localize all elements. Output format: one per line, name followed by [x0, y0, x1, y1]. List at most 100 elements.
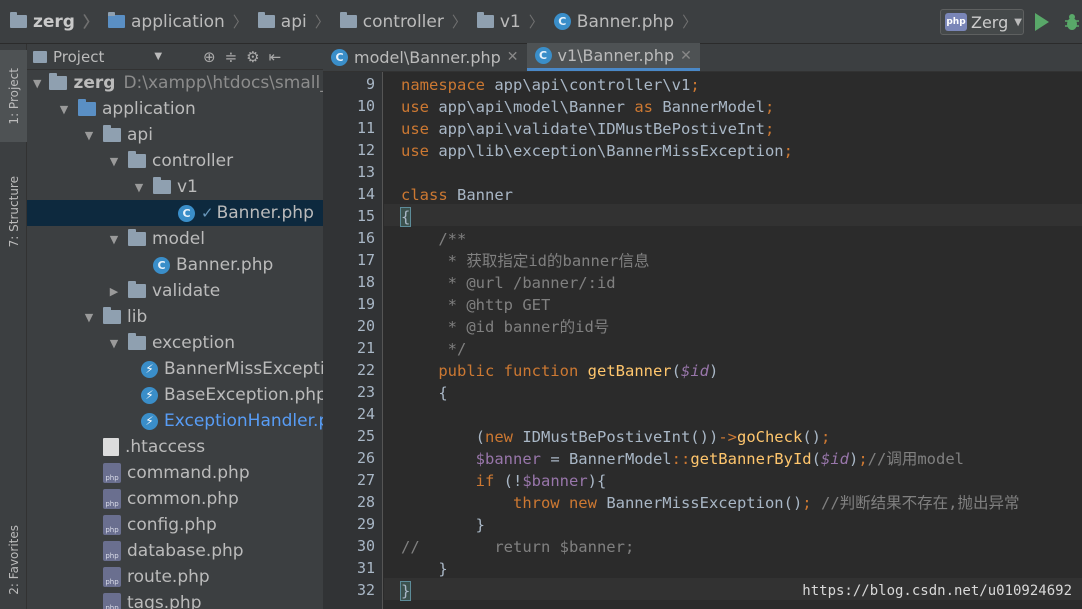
tree-item[interactable]: ▼ v1: [27, 174, 323, 200]
debug-icon[interactable]: [1064, 12, 1080, 32]
tree-item-label: model: [152, 229, 205, 249]
collapse-icon[interactable]: ≑: [225, 48, 238, 66]
code-line-10: use app\api\model\Banner as BannerModel;: [401, 98, 775, 116]
line-number: 29: [356, 515, 375, 533]
folder-icon: [339, 12, 357, 28]
folder-icon: [257, 12, 275, 28]
tree-item[interactable]: ▼ api: [27, 122, 323, 148]
current-line-highlight: [384, 204, 1082, 226]
tree-item[interactable]: ⚡ BaseException.php: [27, 382, 323, 408]
tree-item-label: application: [102, 99, 196, 119]
expand-toggle-icon[interactable]: ▼: [133, 181, 145, 194]
code-editor[interactable]: namespace app\api\controller\v1; use app…: [384, 72, 1082, 609]
php-file-icon: php: [103, 515, 121, 535]
code-line-23: {: [401, 384, 448, 402]
tree-item[interactable]: ⚡ ExceptionHandler.p: [27, 408, 323, 434]
tree-item[interactable]: ▼ lib: [27, 304, 323, 330]
line-number: 11: [356, 119, 375, 137]
tab-structure[interactable]: 7: Structure: [0, 162, 27, 262]
tree-item[interactable]: ⚡ BannerMissExcepti: [27, 356, 323, 382]
tab-favorites[interactable]: 2: Favorites: [0, 514, 27, 606]
line-number: 21: [356, 339, 375, 357]
chevron-down-icon: ▼: [1014, 16, 1022, 28]
php-icon: php: [945, 13, 967, 31]
code-line-30: // return $banner;: [401, 538, 635, 556]
close-icon[interactable]: ✕: [680, 48, 692, 64]
tree-item[interactable]: ▼ exception: [27, 330, 323, 356]
breadcrumb-application[interactable]: application 〉: [98, 0, 248, 44]
tree-item[interactable]: ▶ validate: [27, 278, 323, 304]
hide-icon[interactable]: ⇤: [269, 48, 282, 66]
breadcrumb-controller[interactable]: controller 〉: [330, 0, 467, 44]
tree-item[interactable]: C ✓ Banner.php: [27, 200, 323, 226]
run-configuration-select[interactable]: php Zerg ▼: [940, 9, 1024, 35]
close-icon[interactable]: ✕: [507, 49, 519, 65]
tree-item[interactable]: .htaccess: [27, 434, 323, 460]
expand-toggle-icon[interactable]: ▼: [108, 155, 120, 168]
line-number: 14: [356, 185, 375, 203]
tree-item[interactable]: ▼ controller: [27, 148, 323, 174]
editor-tab[interactable]: Cmodel\Banner.php ✕: [323, 43, 527, 71]
tree-item-label: BaseException.php: [164, 385, 323, 405]
project-panel-header: Project ▼ ⊕ ≑ ⚙ ⇤: [27, 44, 323, 70]
line-number: 15: [356, 207, 375, 225]
tree-item[interactable]: php tags.php: [27, 590, 323, 609]
code-line-19: * @http GET: [401, 296, 551, 314]
chevron-down-icon[interactable]: ▼: [154, 51, 162, 62]
tree-item[interactable]: ▼ model: [27, 226, 323, 252]
code-line-11: use app\api\validate\IDMustBePostiveInt;: [401, 120, 775, 138]
expand-toggle-icon[interactable]: ▼: [108, 337, 120, 350]
tree-item[interactable]: php command.php: [27, 460, 323, 486]
code-line-27: if (!$banner){: [475, 472, 607, 490]
line-number: 10: [356, 97, 375, 115]
tree-item[interactable]: php config.php: [27, 512, 323, 538]
line-number: 9: [365, 75, 375, 93]
tab-label: v1\Banner.php: [557, 46, 675, 65]
tree-item-label: tags.php: [127, 593, 202, 609]
line-number-gutter: 9 10 11 12 13 14 15 16 17 18 19 20 21 22 23 24 25 26 27 28 2…: [323, 72, 396, 609]
php-file-icon: php: [103, 489, 121, 509]
project-path: D:\xampp\htdocs\small_p: [123, 73, 323, 93]
code-line-32: }: [399, 581, 412, 601]
line-number: 16: [356, 229, 375, 247]
tree-item-label: v1: [177, 177, 198, 197]
expand-toggle-icon[interactable]: ▼: [83, 129, 95, 142]
editor-tab[interactable]: Cv1\Banner.php ✕: [526, 43, 700, 71]
tab-project[interactable]: 1: Project: [0, 50, 27, 142]
tree-item-label: Banner.php: [176, 255, 274, 275]
code-line-22: public function getBanner($id): [438, 362, 719, 380]
tree-item-label: .htaccess: [125, 437, 206, 457]
tree-item[interactable]: php route.php: [27, 564, 323, 590]
expand-toggle-icon[interactable]: ▼: [33, 77, 41, 90]
code-line-14: class Banner: [401, 186, 513, 204]
code-line-20: * @id banner的id号: [401, 318, 610, 336]
tree-item[interactable]: php database.php: [27, 538, 323, 564]
breadcrumb-v1[interactable]: v1 〉: [467, 0, 544, 44]
code-line-17: * 获取指定id的banner信息: [401, 252, 650, 270]
expand-toggle-icon[interactable]: ▶: [108, 285, 120, 298]
code-line-25: (new IDMustBePostiveInt())->goCheck();: [401, 428, 831, 446]
expand-toggle-icon[interactable]: ▼: [83, 311, 95, 324]
folder-icon: [103, 307, 121, 324]
tree-item[interactable]: ▼ zerg D:\xampp\htdocs\small_p: [27, 70, 323, 96]
class-icon: C: [534, 47, 552, 64]
locate-icon[interactable]: ⊕: [203, 48, 216, 66]
breadcrumb-root[interactable]: zerg 〉: [0, 0, 98, 44]
exception-class-icon: ⚡: [141, 412, 158, 430]
expand-toggle-icon[interactable]: ▼: [108, 233, 120, 246]
breadcrumb-file[interactable]: C Banner.php 〉: [544, 0, 697, 44]
breadcrumb-api[interactable]: api 〉: [248, 0, 330, 44]
folder-icon: [103, 125, 121, 142]
run-icon[interactable]: [1035, 13, 1049, 31]
exception-class-icon: ⚡: [141, 386, 158, 404]
folder-icon: [476, 12, 494, 28]
gear-icon[interactable]: ⚙: [246, 48, 259, 66]
tree-item-label: api: [127, 125, 153, 145]
expand-toggle-icon[interactable]: ▼: [58, 103, 70, 116]
tree-item-label: database.php: [127, 541, 244, 561]
tree-item[interactable]: php common.php: [27, 486, 323, 512]
line-number: 31: [356, 559, 375, 577]
project-view-select[interactable]: Project: [53, 48, 104, 66]
tree-item[interactable]: ▼ application: [27, 96, 323, 122]
tree-item[interactable]: C Banner.php: [27, 252, 323, 278]
